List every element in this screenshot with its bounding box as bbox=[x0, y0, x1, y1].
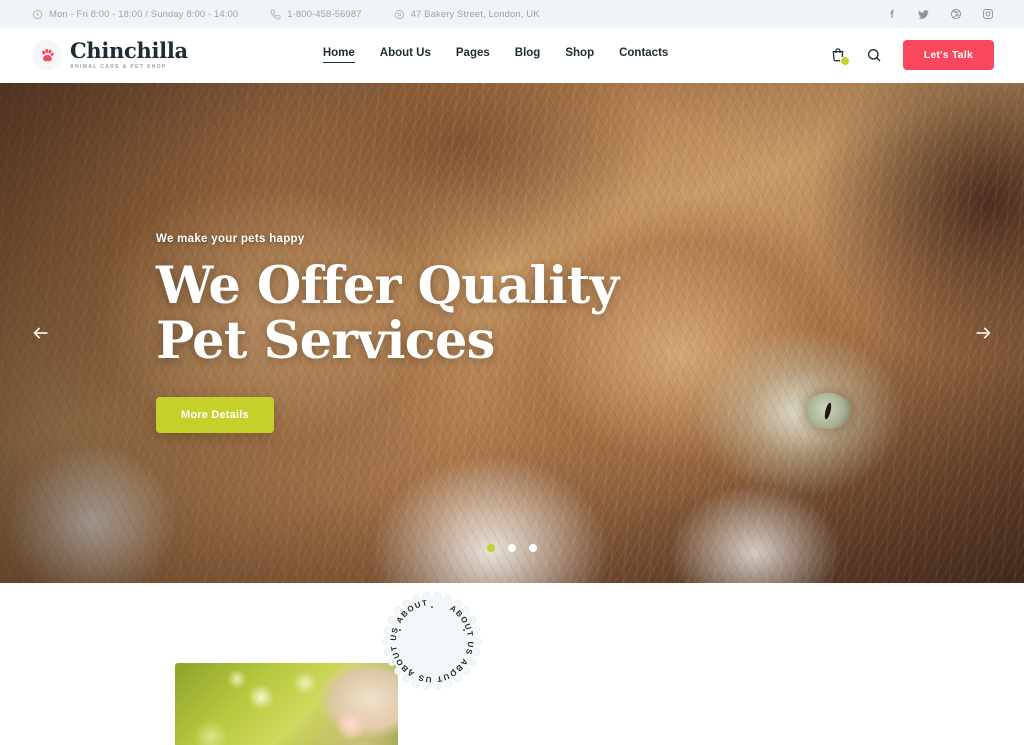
phone-number-text: 1-800-458-56987 bbox=[287, 8, 362, 20]
lets-talk-button[interactable]: Let's Talk bbox=[902, 40, 994, 71]
hero-content: We make your pets happy We Offer Quality… bbox=[0, 83, 1024, 583]
slider-dot-2[interactable] bbox=[508, 544, 516, 552]
nav-item-home[interactable]: Home bbox=[322, 47, 355, 64]
seal-graphic: ABOUT US ABOUT US ABOUT US ABOUT US bbox=[377, 586, 482, 691]
social-links bbox=[885, 8, 1000, 21]
site-header: Chinchilla ANIMAL CARE & PET SHOP Home A… bbox=[0, 28, 1024, 83]
header-inner: Chinchilla ANIMAL CARE & PET SHOP Home A… bbox=[24, 40, 1000, 71]
top-bar-inner: Mon - Fri 8:00 - 18:00 / Sunday 8:00 - 1… bbox=[24, 8, 1000, 21]
about-inner: ABOUT US ABOUT US ABOUT US ABOUT US bbox=[22, 583, 1002, 745]
opening-hours-text: Mon - Fri 8:00 - 18:00 / Sunday 8:00 - 1… bbox=[49, 8, 239, 20]
paw-icon bbox=[32, 40, 62, 71]
opening-hours: Mon - Fri 8:00 - 18:00 / Sunday 8:00 - 1… bbox=[32, 9, 238, 20]
slider-dot-3[interactable] bbox=[529, 544, 537, 552]
more-details-button[interactable]: More Details bbox=[156, 397, 274, 434]
about-us-seal: ABOUT US ABOUT US ABOUT US ABOUT US bbox=[377, 586, 487, 696]
brand-tagline: ANIMAL CARE & PET SHOP bbox=[70, 64, 167, 71]
search-icon[interactable] bbox=[863, 44, 885, 66]
about-photo bbox=[175, 663, 398, 745]
location-pin-icon bbox=[394, 9, 405, 20]
brand-text: Chinchilla ANIMAL CARE & PET SHOP bbox=[70, 40, 188, 70]
hero-subtitle: We make your pets happy bbox=[156, 232, 305, 245]
header-actions: Let's Talk bbox=[827, 40, 1000, 71]
instagram-icon[interactable] bbox=[981, 8, 994, 21]
arrow-left-icon[interactable] bbox=[24, 316, 58, 350]
hero-title: We Offer Quality Pet Services bbox=[156, 255, 619, 371]
cart-count-badge bbox=[839, 56, 850, 67]
phone-icon bbox=[270, 8, 281, 20]
nav-item-about-us[interactable]: About Us bbox=[380, 47, 431, 63]
dribbble-icon[interactable] bbox=[949, 8, 962, 21]
office-address-text: 47 Bakery Street, London, UK bbox=[410, 8, 540, 20]
phone-number[interactable]: 1-800-458-56987 bbox=[270, 8, 362, 20]
about-section: ABOUT US ABOUT US ABOUT US ABOUT US bbox=[0, 583, 1024, 745]
hero-slider: We make your pets happy We Offer Quality… bbox=[0, 83, 1024, 583]
arrow-right-icon[interactable] bbox=[966, 316, 1000, 350]
facebook-icon[interactable] bbox=[885, 8, 898, 21]
office-address: 47 Bakery Street, London, UK bbox=[394, 9, 540, 20]
brand-name: Chinchilla bbox=[70, 38, 188, 64]
nav-item-contacts[interactable]: Contacts bbox=[619, 47, 668, 63]
site-logo[interactable]: Chinchilla ANIMAL CARE & PET SHOP bbox=[32, 40, 188, 71]
nav-item-blog[interactable]: Blog bbox=[515, 47, 541, 63]
slider-dot-1[interactable] bbox=[487, 544, 495, 552]
clock-icon bbox=[32, 9, 43, 20]
top-info-bar: Mon - Fri 8:00 - 18:00 / Sunday 8:00 - 1… bbox=[0, 0, 1024, 28]
nav-item-pages[interactable]: Pages bbox=[456, 47, 490, 63]
slider-pagination bbox=[0, 544, 1024, 552]
nav-item-shop[interactable]: Shop bbox=[565, 47, 594, 63]
twitter-icon[interactable] bbox=[917, 8, 930, 21]
shopping-bag-icon[interactable] bbox=[827, 44, 850, 67]
main-navigation: Home About Us Pages Blog Shop Contacts bbox=[322, 47, 668, 64]
